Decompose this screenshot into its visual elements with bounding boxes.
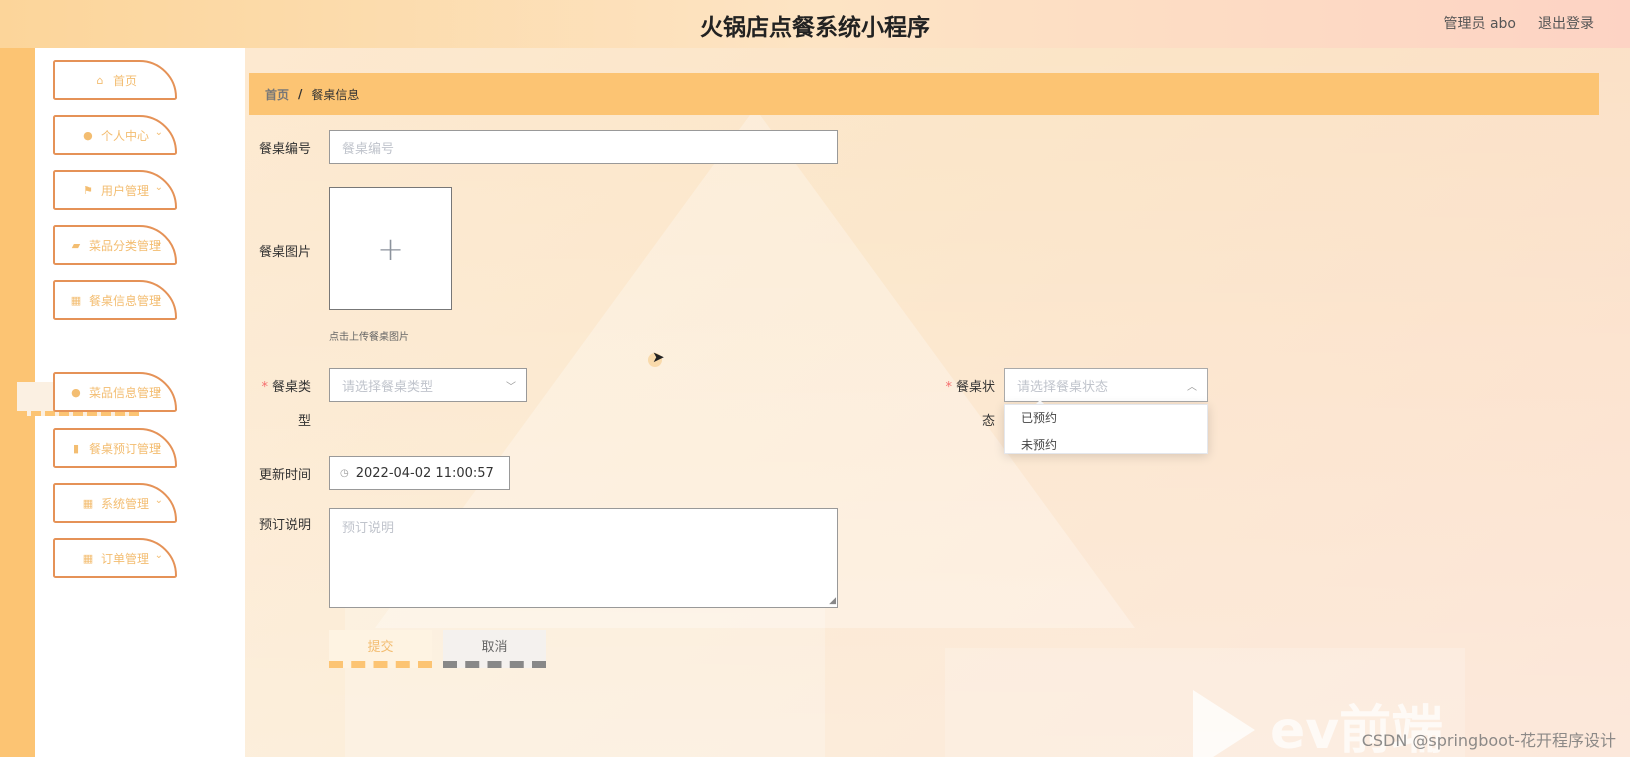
- chevron-down-icon: ⌄: [154, 182, 163, 193]
- sidebar-item-orders[interactable]: ▦ 订单管理 ⌄: [53, 538, 177, 578]
- sidebar-item-home[interactable]: ⌂ 首页: [53, 60, 177, 100]
- update-time-picker[interactable]: ◷ 2022-04-02 11:00:57: [329, 456, 510, 490]
- update-time-value: 2022-04-02 11:00:57: [355, 465, 494, 481]
- chevron-down-icon: ⌄: [154, 292, 163, 303]
- grid-icon: ▦: [82, 496, 94, 510]
- app-title: 火锅店点餐系统小程序: [700, 14, 930, 41]
- grid-icon: ▦: [82, 551, 94, 565]
- user-area: 管理员 abo 退出登录: [1444, 13, 1594, 33]
- remark-textarea[interactable]: 预订说明 ◢: [329, 508, 838, 608]
- required-mark: *: [945, 380, 952, 395]
- mouse-cursor-icon: ➤: [652, 348, 665, 366]
- remark-placeholder: 预订说明: [342, 521, 395, 536]
- current-user-label: 管理员 abo: [1443, 16, 1516, 32]
- clock-icon: ◷: [340, 467, 349, 479]
- chat-icon: ▰: [71, 238, 81, 252]
- table-status-select[interactable]: 请选择餐桌状态 ︿: [1004, 368, 1208, 402]
- sidebar-item-label: 个人中心: [100, 128, 149, 143]
- update-time-label: 更新时间: [258, 468, 311, 483]
- sidebar-item-system[interactable]: ▦ 系统管理 ⌄: [53, 483, 177, 523]
- sidebar-item-label: 首页: [112, 73, 137, 88]
- sidebar-item-label: 系统管理: [100, 496, 149, 511]
- sidebar-item-profile[interactable]: ● 个人中心 ⌄: [53, 115, 177, 155]
- submit-button[interactable]: 提交: [329, 630, 432, 668]
- cancel-button[interactable]: 取消: [443, 630, 546, 668]
- sidebar-item-table-info[interactable]: ▦ 餐桌信息管理 ⌄: [53, 280, 177, 320]
- sidebar-item-users[interactable]: ⚑ 用户管理 ⌄: [53, 170, 177, 210]
- sidebar-item-dish-category[interactable]: ▰ 菜品分类管理 ⌄: [53, 225, 177, 265]
- breadcrumb-separator: /: [298, 87, 303, 101]
- sidebar-item-label: 订单管理: [100, 551, 149, 566]
- upload-tip: 点击上传餐桌图片: [329, 332, 409, 343]
- resize-handle-icon[interactable]: ◢: [829, 596, 836, 606]
- user-icon: ●: [83, 128, 93, 142]
- sidebar-item-label: 用户管理: [100, 183, 149, 198]
- table-no-label: 餐桌编号: [258, 142, 311, 157]
- logout-button[interactable]: 退出登录: [1538, 13, 1594, 33]
- table-status-label-line1: 餐桌状: [955, 380, 995, 395]
- required-mark: *: [261, 380, 268, 395]
- chevron-up-icon: ︿: [1187, 382, 1197, 393]
- sidebar-item-label: 菜品信息管理: [88, 385, 161, 400]
- image-upload-button[interactable]: +: [329, 187, 452, 310]
- chevron-down-icon: ⌄: [154, 440, 163, 451]
- table-type-label-line1: 餐桌类: [271, 380, 311, 395]
- sidebar-item-label: 餐桌预订管理: [88, 441, 161, 456]
- table-image-label: 餐桌图片: [258, 245, 311, 260]
- chevron-down-icon: ⌄: [154, 384, 163, 395]
- plus-icon: +: [377, 229, 404, 268]
- main-content: 首页 / 餐桌信息 餐桌编号 餐桌编号 餐桌图片 + 点击上传餐桌图片 * 餐桌类…: [245, 48, 1630, 757]
- table-type-label: * 餐桌类: [249, 376, 311, 395]
- status-option-booked[interactable]: 已预约: [1005, 405, 1207, 432]
- table-type-select[interactable]: 请选择餐桌类型 ﹀: [329, 368, 527, 402]
- grid-icon: ▦: [70, 293, 82, 307]
- chevron-down-icon: ﹀: [506, 382, 516, 393]
- breadcrumb: 首页 / 餐桌信息: [249, 73, 1599, 115]
- sidebar: ⌂ 首页 ● 个人中心 ⌄ ⚑ 用户管理 ⌄ ▰ 菜品分类管理 ⌄ ▦ 餐桌信息…: [17, 48, 245, 757]
- chevron-down-icon: ⌄: [154, 237, 163, 248]
- table-status-dropdown: 已预约 未预约: [1004, 404, 1208, 454]
- home-icon: ⌂: [96, 73, 104, 87]
- breadcrumb-home-link[interactable]: 首页: [265, 86, 289, 103]
- breadcrumb-current: 餐桌信息: [311, 87, 360, 102]
- sidebar-item-label: 菜品分类管理: [88, 238, 161, 253]
- table-status-placeholder: 请选择餐桌状态: [1017, 379, 1109, 395]
- top-header: 火锅店点餐系统小程序 管理员 abo 退出登录: [0, 0, 1630, 48]
- chevron-down-icon: ⌄: [154, 495, 163, 506]
- remark-label: 预订说明: [258, 518, 311, 533]
- sidebar-item-dish-info[interactable]: ● 菜品信息管理 ⌄: [53, 372, 177, 412]
- play-logo-icon: [1193, 690, 1255, 757]
- location-icon: ●: [71, 385, 81, 399]
- table-type-placeholder: 请选择餐桌类型: [342, 379, 434, 395]
- sidebar-item-reservations[interactable]: ▮ 餐桌预订管理 ⌄: [53, 428, 177, 468]
- bar-chart-icon: ▮: [72, 441, 80, 455]
- table-status-label-line2: 态: [981, 414, 995, 429]
- chevron-down-icon: ⌄: [154, 550, 163, 561]
- chevron-down-icon: ⌄: [154, 127, 163, 138]
- table-no-placeholder: 餐桌编号: [342, 141, 395, 157]
- sidebar-item-label: 餐桌信息管理: [88, 293, 161, 308]
- status-option-unbooked[interactable]: 未预约: [1005, 432, 1207, 453]
- flag-icon: ⚑: [83, 183, 93, 197]
- watermark: CSDN @springboot-花开程序设计: [1361, 731, 1616, 750]
- table-type-label-line2: 型: [297, 414, 311, 429]
- table-no-input[interactable]: 餐桌编号: [329, 130, 838, 164]
- table-status-label: * 餐桌状: [895, 376, 995, 395]
